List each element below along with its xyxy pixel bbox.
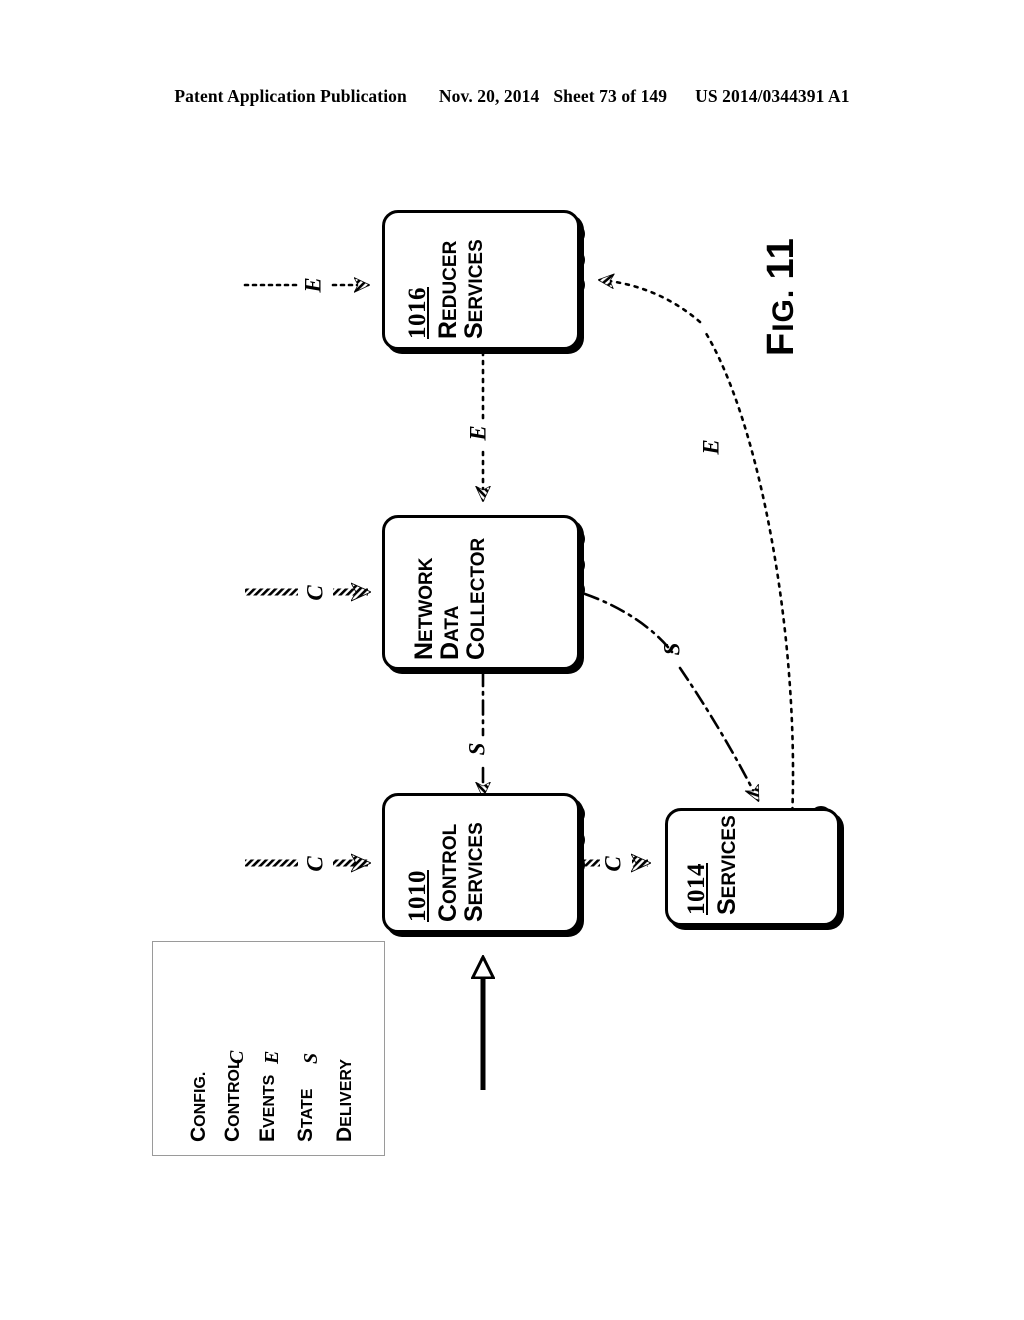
box-services[interactable]: 1014 SERVICES [665, 808, 840, 926]
edge-glyph-control-in-collector: C [302, 585, 328, 601]
figure-label: FIG. 11 [760, 237, 802, 356]
legend-label-state: STATE [294, 1088, 317, 1142]
edge-glyph-events-services-to-reducer: E [698, 439, 724, 455]
control-services-label: CONTROL SERVICES [434, 822, 488, 922]
legend-label-control: CONTROL [221, 1059, 244, 1142]
edge-glyph-events-in-reducer: E [300, 277, 326, 293]
box-reducer-services[interactable]: 1016 REDUCER SERVICES [382, 210, 580, 350]
legend-glyph-state: S [300, 1052, 322, 1064]
box-control-services[interactable]: 1010 CONTROL SERVICES [382, 793, 580, 933]
edge-glyph-state-collector-to-control: S [464, 742, 490, 756]
box-network-data-collector[interactable]: NETWORK DATA COLLECTOR [382, 515, 580, 670]
reducer-services-ref: 1016 [404, 287, 431, 339]
edge-glyph-events-reducer-to-collector: E [465, 425, 491, 441]
services-ref: 1014 [683, 863, 710, 915]
legend-label-config: CONFIG. [187, 1071, 210, 1142]
legend-label-events: EVENTS [256, 1074, 279, 1142]
legend-box: CONFIG. CONTROL C EVENTS E STATE S DELIV… [152, 941, 385, 1156]
edge-glyph-control-to-services: C [600, 856, 626, 872]
connector-events-services-to-reducer [600, 280, 795, 822]
legend-glyph-events: E [261, 1050, 283, 1064]
edge-glyph-control-in-control-services: C [302, 856, 328, 872]
reducer-services-label: REDUCER SERVICES [434, 239, 488, 339]
services-label: SERVICES [713, 815, 741, 915]
edge-glyph-state-collector-to-services: S [659, 642, 685, 656]
network-data-collector-label: NETWORK DATA COLLECTOR [410, 537, 490, 660]
control-services-ref: 1010 [404, 870, 431, 922]
connector-state-collector-to-services [583, 592, 758, 800]
legend-glyph-control: C [226, 1050, 248, 1064]
legend-label-delivery: DELIVERY [333, 1058, 356, 1142]
